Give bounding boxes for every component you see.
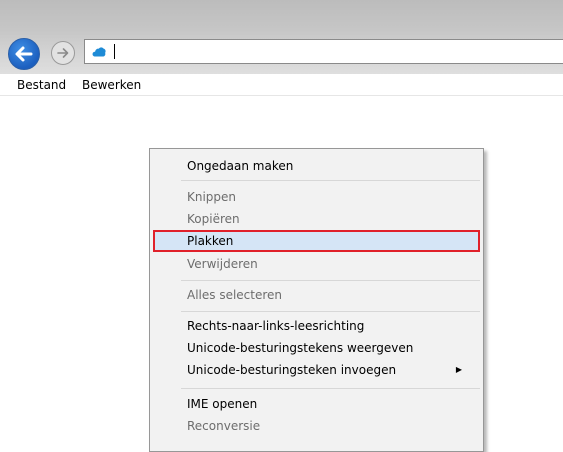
menu-bewerken[interactable]: Bewerken [82, 78, 141, 92]
menu-separator [181, 280, 480, 281]
arrow-right-icon [57, 48, 69, 58]
menu-item-delete[interactable]: Verwijderen [153, 253, 480, 275]
browser-toolbar [0, 0, 563, 74]
menu-item-reconversion[interactable]: Reconversie [153, 415, 480, 437]
menu-item-select-all[interactable]: Alles selecteren [153, 284, 480, 306]
menu-item-cut[interactable]: Knippen [153, 186, 480, 208]
menu-item-rtl-reading[interactable]: Rechts-naar-links-leesrichting [153, 315, 480, 337]
arrow-left-icon [15, 46, 33, 62]
menu-item-open-ime[interactable]: IME openen [153, 393, 480, 415]
menu-separator [181, 311, 480, 312]
menu-item-paste[interactable]: Plakken [153, 230, 480, 252]
menu-bestand[interactable]: Bestand [17, 78, 66, 92]
back-button[interactable] [8, 38, 40, 70]
triangle-right-icon: ▶ [455, 365, 462, 374]
menu-separator [181, 180, 480, 181]
context-menu: Ongedaan maken Knippen Kopiëren Plakken … [149, 148, 484, 452]
menu-item-insert-unicode-control[interactable]: Unicode-besturingsteken invoegen ▶ [153, 359, 480, 381]
menu-separator [181, 388, 480, 389]
menu-item-copy[interactable]: Kopiëren [153, 208, 480, 230]
forward-button[interactable] [51, 41, 75, 65]
page-content: Ongedaan maken Knippen Kopiëren Plakken … [0, 96, 563, 452]
menu-item-label: Unicode-besturingsteken invoegen [187, 363, 397, 377]
menu-item-undo[interactable]: Ongedaan maken [153, 155, 480, 177]
text-caret [114, 44, 115, 59]
address-bar[interactable] [84, 39, 563, 64]
cloud-icon [92, 47, 106, 57]
menu-item-show-unicode-control[interactable]: Unicode-besturingstekens weergeven [153, 337, 480, 359]
menu-bar: Bestand Bewerken [0, 74, 563, 96]
